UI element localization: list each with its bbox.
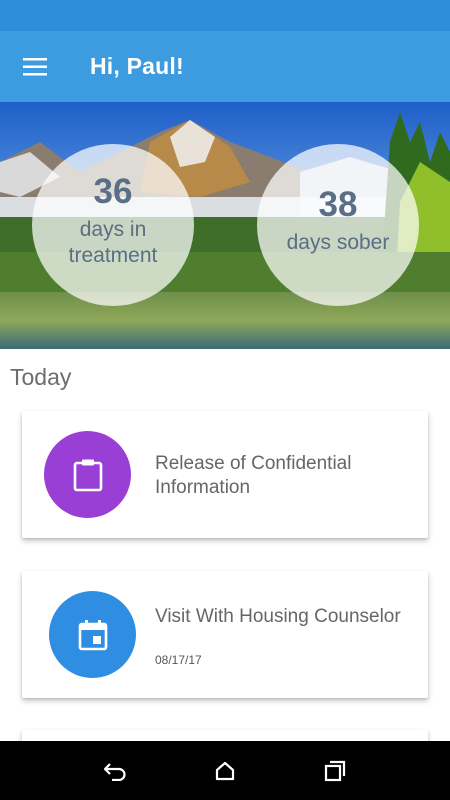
- status-bar: [0, 0, 450, 31]
- item-title: Release of Confidential Information: [155, 453, 352, 498]
- hero-banner: 36 days in treatment 38 days sober: [0, 102, 450, 349]
- stat-label: days sober: [286, 231, 390, 254]
- days-sober-stat: 38 days sober: [257, 144, 419, 306]
- back-button[interactable]: [85, 741, 145, 800]
- hamburger-menu-icon: [23, 57, 47, 75]
- system-nav-bar: [0, 741, 450, 800]
- back-icon: [103, 762, 126, 781]
- calendar-icon: [78, 619, 107, 650]
- clipboard-icon: [73, 459, 102, 491]
- today-item-card[interactable]: Release of Confidential Information: [22, 411, 428, 538]
- item-icon-circle: [49, 591, 136, 678]
- today-heading: Today: [10, 364, 72, 390]
- home-button[interactable]: [195, 741, 255, 800]
- app-bar: Hi, Paul!: [0, 31, 450, 102]
- item-icon-circle: [44, 431, 131, 518]
- menu-button[interactable]: [0, 31, 70, 102]
- today-item-card[interactable]: Visit With Housing Counselor 08/17/17: [22, 571, 428, 698]
- days-in-treatment-stat: 36 days in treatment: [32, 144, 194, 306]
- stat-label: days in treatment: [68, 218, 158, 267]
- item-title: Visit With Housing Counselor: [155, 606, 401, 627]
- home-icon: [215, 761, 235, 780]
- greeting-title: Hi, Paul!: [90, 53, 184, 79]
- stat-value: 36: [93, 172, 133, 211]
- stat-value: 38: [318, 185, 358, 224]
- recents-icon: [324, 760, 346, 781]
- item-date: 08/17/17: [155, 653, 202, 667]
- recents-button[interactable]: [305, 741, 365, 800]
